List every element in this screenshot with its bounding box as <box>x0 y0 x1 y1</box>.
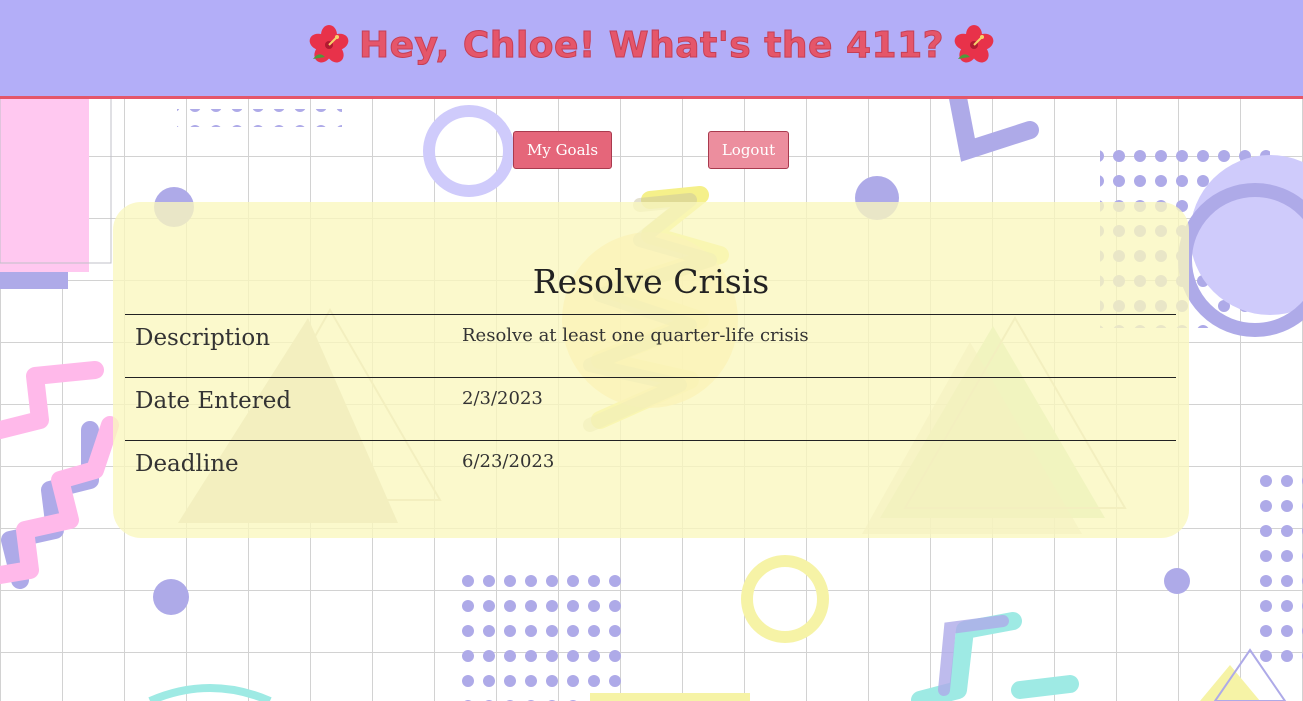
hibiscus-icon <box>309 25 349 63</box>
deadline-label: Deadline <box>125 440 462 503</box>
table-row: Description Resolve at least one quarter… <box>125 314 1176 378</box>
goal-detail-card: Resolve Crisis Description Resolve at le… <box>113 202 1189 538</box>
table-row: Date Entered 2/3/2023 <box>125 377 1176 441</box>
goal-title: Resolve Crisis <box>532 262 770 301</box>
date-entered-label: Date Entered <box>125 377 462 441</box>
date-entered-value: 2/3/2023 <box>462 377 1176 441</box>
table-row: Deadline 6/23/2023 <box>125 440 1176 503</box>
deadline-value: 6/23/2023 <box>462 440 1176 503</box>
hibiscus-icon <box>954 25 994 63</box>
description-value: Resolve at least one quarter-life crisis <box>462 314 1176 378</box>
description-label: Description <box>125 314 462 378</box>
goal-details-table: Description Resolve at least one quarter… <box>125 314 1176 503</box>
greeting-title: Hey, Chloe! What's the 411? <box>358 24 945 66</box>
my-goals-button[interactable]: My Goals <box>513 131 612 169</box>
header-greeting-row: Hey, Chloe! What's the 411? <box>309 24 994 66</box>
app-header: Hey, Chloe! What's the 411? <box>0 0 1303 99</box>
logout-button[interactable]: Logout <box>708 131 789 169</box>
